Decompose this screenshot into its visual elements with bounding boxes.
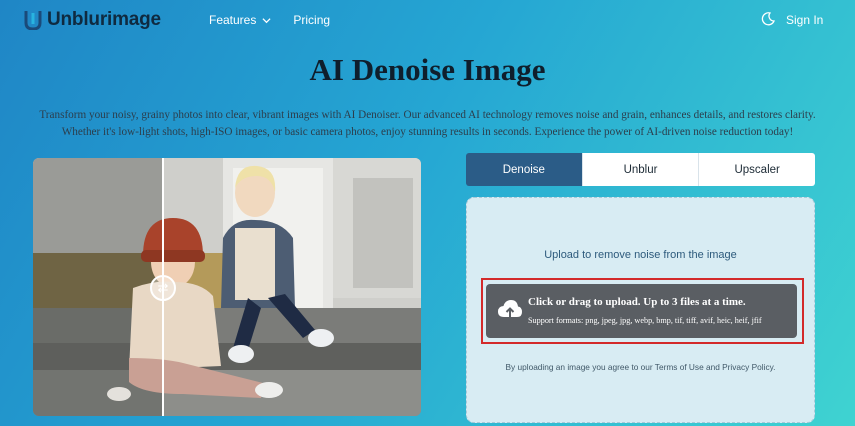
logo-text: Unblurimage	[47, 9, 161, 30]
nav-pricing[interactable]: Pricing	[293, 13, 330, 27]
terms-notice: By uploading an image you agree to our T…	[505, 362, 776, 372]
mode-tabs: Denoise Unblur Upscaler	[466, 153, 815, 186]
swap-arrows-icon[interactable]: ⇄	[150, 275, 176, 301]
photo-scene	[33, 158, 421, 416]
chevron-down-icon	[262, 17, 271, 23]
nav-links: Features Pricing	[209, 13, 330, 27]
page-description: Transform your noisy, grainy photos into…	[39, 109, 816, 138]
nav-features[interactable]: Features	[209, 13, 271, 27]
upload-button[interactable]: Click or drag to upload. Up to 3 files a…	[486, 284, 797, 338]
nav-features-label: Features	[209, 13, 257, 27]
before-after-image[interactable]: ⇄	[33, 158, 421, 416]
sign-in-link[interactable]: Sign In	[786, 13, 823, 27]
cloud-upload-icon	[498, 300, 522, 318]
supported-formats: Support formats: png, jpeg, jpg, webp, b…	[528, 316, 762, 325]
upload-title: Upload to remove noise from the image	[544, 249, 737, 261]
logo-icon	[24, 11, 42, 30]
logo[interactable]: Unblurimage	[24, 9, 161, 31]
upload-panel[interactable]: Upload to remove noise from the image Cl…	[466, 197, 815, 423]
top-nav: Unblurimage Features Pricing Sign In	[0, 0, 855, 40]
upload-button-label: Click or drag to upload. Up to 3 files a…	[528, 296, 746, 308]
moon-icon[interactable]	[761, 12, 775, 26]
nav-pricing-label: Pricing	[293, 13, 331, 27]
page-title: AI Denoise Image	[309, 52, 546, 87]
tab-denoise[interactable]: Denoise	[466, 153, 582, 186]
tab-upscaler[interactable]: Upscaler	[698, 153, 815, 186]
tab-unblur[interactable]: Unblur	[581, 153, 699, 186]
